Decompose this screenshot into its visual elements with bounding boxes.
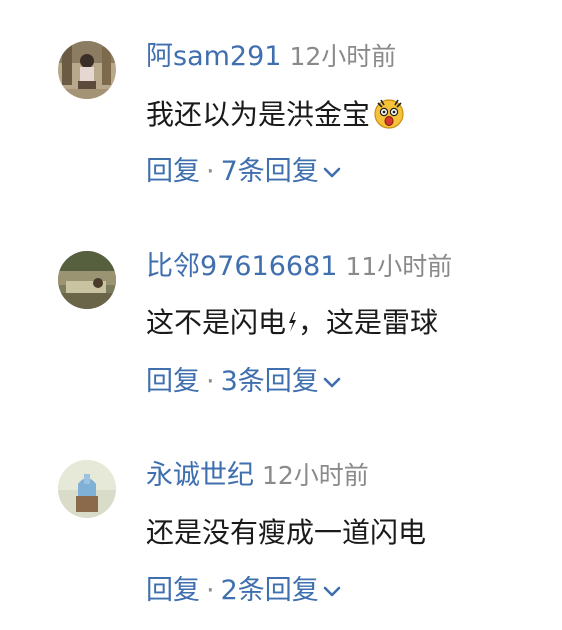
view-replies-link[interactable]: 7条回复 [221, 158, 319, 185]
chevron-down-icon[interactable] [323, 368, 341, 395]
surprised-face-icon [372, 96, 406, 135]
reply-button[interactable]: 回复 [146, 158, 200, 185]
chevron-down-icon[interactable] [323, 158, 341, 185]
lightning-bolt-icon [286, 310, 298, 339]
reply-button[interactable]: 回复 [146, 577, 200, 604]
comment-text: 我还以为是洪金宝 [146, 96, 406, 135]
comment-actions: 回复 · 7条回复 [146, 158, 341, 185]
comment-text: 这不是闪电 ，这是雷球 [146, 309, 438, 339]
comment-text-content: 还是没有瘦成一道闪电 [146, 516, 427, 549]
avatar[interactable] [58, 460, 116, 518]
timestamp: 12小时前 [289, 42, 397, 71]
username[interactable]: 比邻97616681 [146, 251, 337, 282]
comment-text-before: 这不是闪电 [146, 306, 287, 339]
separator: · [206, 575, 215, 606]
comment-text-after: ，这是雷球 [298, 306, 439, 339]
view-replies-link[interactable]: 3条回复 [221, 368, 319, 395]
comment-actions: 回复 · 2条回复 [146, 577, 341, 604]
comment-item: 阿sam291 12小时前 我还以为是洪金宝 回复 · 7条回复 [0, 0, 562, 200]
avatar[interactable] [58, 251, 116, 309]
comment-actions: 回复 · 3条回复 [146, 368, 341, 395]
username[interactable]: 阿sam291 [146, 41, 281, 72]
chevron-down-icon[interactable] [323, 577, 341, 604]
comment-text-content: 我还以为是洪金宝 [146, 98, 371, 131]
timestamp: 11小时前 [345, 252, 453, 281]
comment-item: 比邻97616681 11小时前 这不是闪电 ，这是雷球 回复 · 3条回复 [0, 210, 562, 410]
reply-button[interactable]: 回复 [146, 368, 200, 395]
comment-item: 永诚世纪 12小时前 还是没有瘦成一道闪电 回复 · 2条回复 [0, 420, 562, 620]
username[interactable]: 永诚世纪 [146, 460, 254, 491]
comment-text: 还是没有瘦成一道闪电 [146, 519, 426, 547]
avatar[interactable] [58, 41, 116, 99]
view-replies-link[interactable]: 2条回复 [221, 577, 319, 604]
separator: · [206, 156, 215, 187]
separator: · [206, 366, 215, 397]
timestamp: 12小时前 [262, 461, 369, 490]
